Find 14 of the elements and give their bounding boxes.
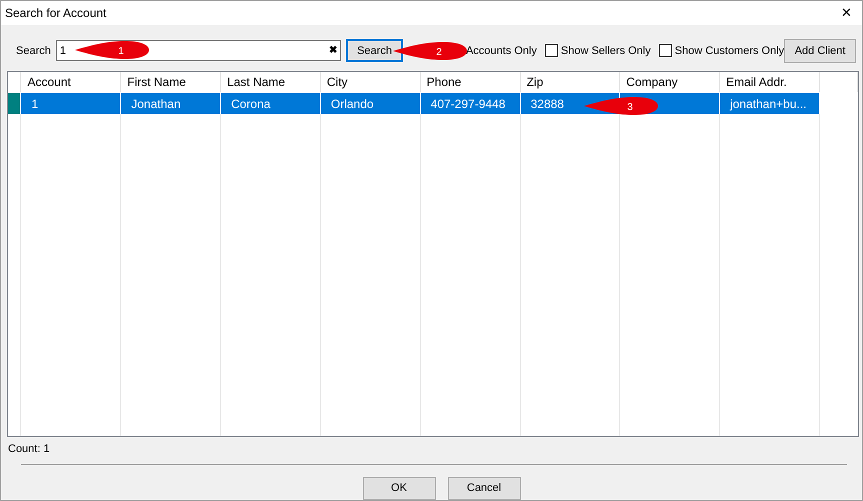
search-label: Search (16, 44, 51, 59)
checkbox-label: Show Customers Only (674, 44, 784, 59)
table-cell: jonathan+bu... (720, 92, 820, 114)
table-cell: Orlando (320, 92, 420, 114)
table-cell: 1 (20, 92, 121, 114)
table-cell: 407-297-9448 (420, 92, 520, 114)
annotation-tooltip: 3 (584, 96, 659, 116)
count-label: Count: 1 (7, 442, 51, 456)
window-title: Search for Account (5, 4, 106, 22)
checkbox-label: Accounts Only (466, 44, 537, 59)
table-cell: Jonathan (120, 92, 221, 114)
table-cell: Corona (220, 92, 320, 114)
checkbox-label: Show Sellers Only (560, 44, 651, 59)
annotation-tooltip: 1 (75, 40, 150, 60)
